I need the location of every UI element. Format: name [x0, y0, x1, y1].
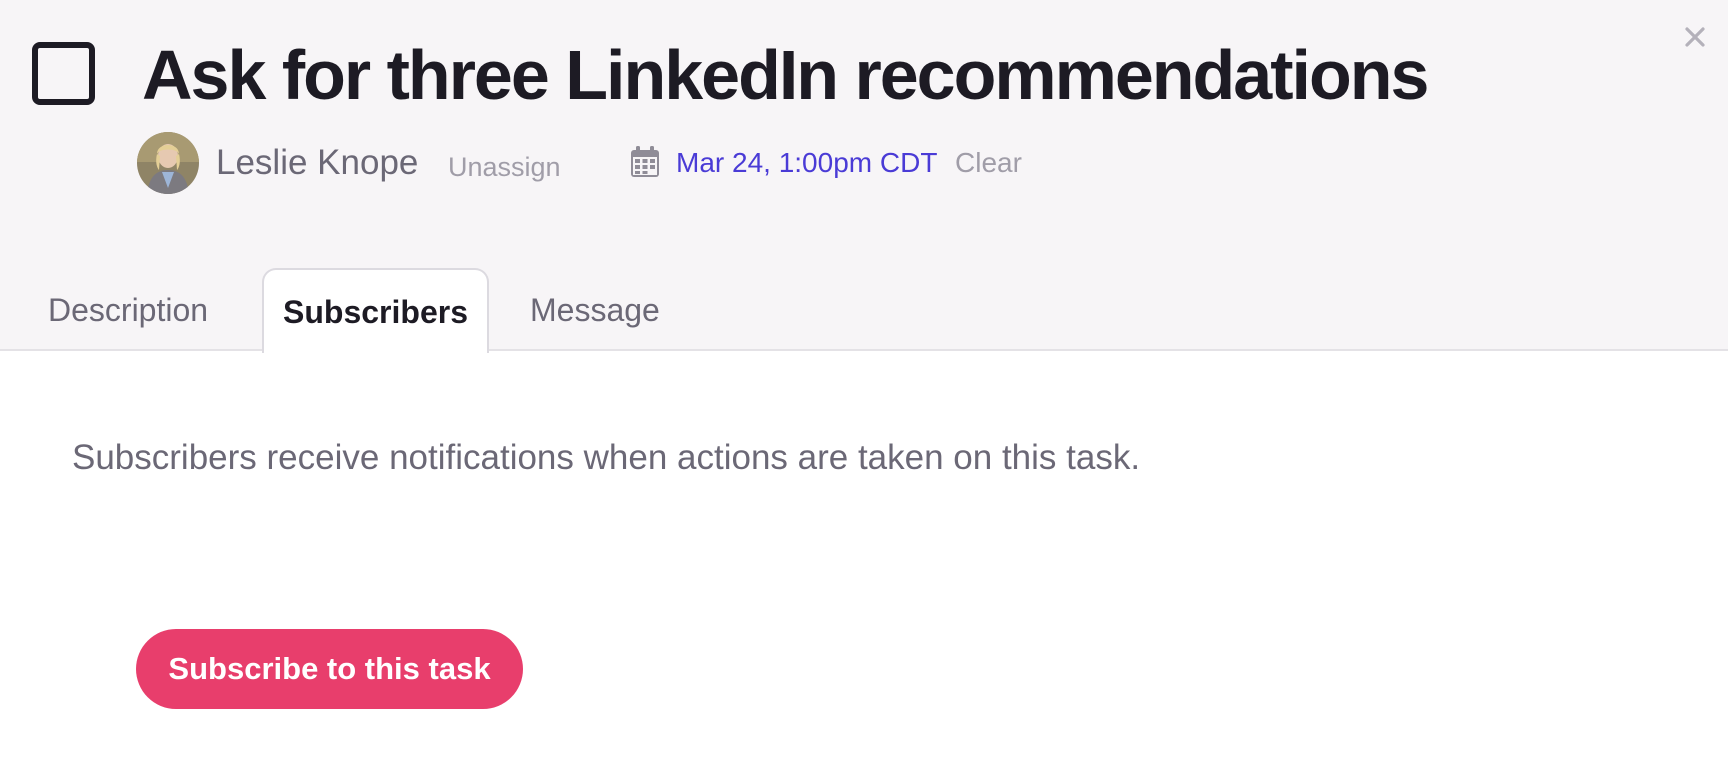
close-icon[interactable]	[1680, 22, 1710, 52]
task-complete-checkbox[interactable]	[32, 42, 95, 105]
tab-message[interactable]: Message	[530, 268, 670, 353]
task-header: Ask for three LinkedIn recommendations L…	[0, 0, 1728, 353]
task-title: Ask for three LinkedIn recommendations	[142, 36, 1429, 114]
assignee-name: Leslie Knope	[216, 143, 419, 182]
due-date[interactable]: Mar 24, 1:00pm CDT	[676, 145, 937, 181]
subscribers-info-text: Subscribers receive notifications when a…	[72, 438, 1141, 477]
tab-subscribers[interactable]: Subscribers	[262, 268, 489, 353]
clear-due-date-link[interactable]: Clear	[955, 146, 1022, 180]
tab-description[interactable]: Description	[48, 268, 224, 353]
subscribe-button[interactable]: Subscribe to this task	[136, 629, 523, 709]
assignee-avatar	[137, 132, 199, 194]
calendar-icon[interactable]	[630, 146, 660, 178]
unassign-link[interactable]: Unassign	[448, 150, 561, 184]
